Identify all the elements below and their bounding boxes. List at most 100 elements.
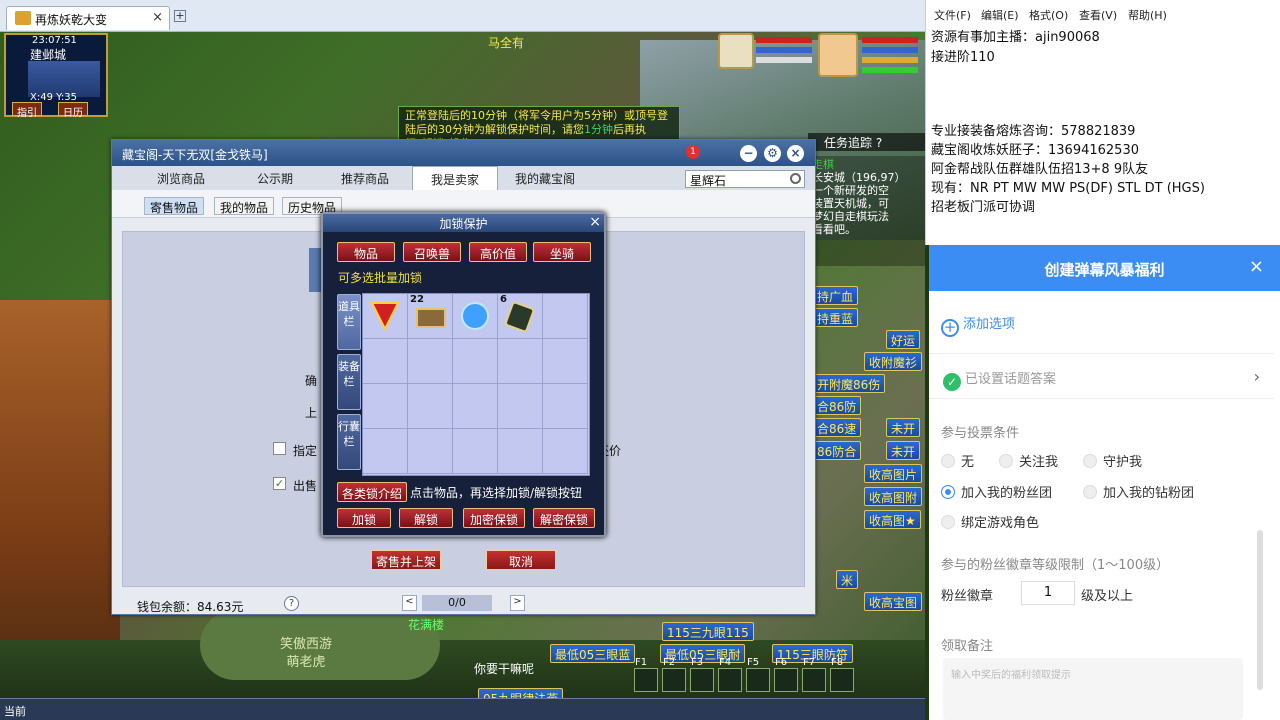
stall-sign[interactable]: 收附魔衫: [864, 352, 923, 371]
tab-my-shop[interactable]: 我的藏宝阁: [502, 166, 588, 190]
inventory-slot[interactable]: [408, 429, 453, 474]
inventory-slot[interactable]: [498, 429, 543, 474]
specify-checkbox[interactable]: [273, 442, 286, 455]
next-page-button[interactable]: >: [510, 595, 525, 611]
inventory-slot[interactable]: 22: [408, 294, 453, 339]
inventory-slot[interactable]: [543, 294, 588, 339]
inventory-slot[interactable]: [498, 339, 543, 384]
subtab-consign[interactable]: 寄售物品: [144, 197, 205, 215]
stall-sign[interactable]: 收高图片: [864, 464, 923, 483]
hotkey-slot[interactable]: F6: [774, 657, 798, 692]
menu-file[interactable]: 文件(F): [934, 7, 971, 23]
inventory-slot[interactable]: [543, 429, 588, 474]
stall-sign[interactable]: 收高图★: [864, 510, 921, 529]
stall-sign[interactable]: 86防合: [812, 441, 862, 460]
inventory-slot[interactable]: [363, 384, 408, 429]
category-pets[interactable]: 召唤兽: [403, 242, 461, 262]
inventory-slot[interactable]: [453, 384, 498, 429]
stall-sign[interactable]: 115三九眼115: [662, 622, 754, 641]
player-avatar[interactable]: [818, 33, 858, 77]
subtab-my-items[interactable]: 我的物品: [214, 197, 275, 215]
hotkey-slot[interactable]: F7: [802, 657, 826, 692]
inventory-slot[interactable]: [408, 339, 453, 384]
close-icon[interactable]: ×: [1249, 256, 1264, 277]
inventory-slot[interactable]: [363, 294, 408, 339]
tab-browse[interactable]: 浏览商品: [138, 166, 224, 190]
cond-guard[interactable]: 守护我: [1083, 451, 1142, 470]
badge-level-input[interactable]: 1: [1021, 581, 1075, 605]
hotkey-slot[interactable]: F4: [718, 657, 742, 692]
inventory-slot[interactable]: 6: [498, 294, 543, 339]
help-icon[interactable]: ?: [284, 596, 299, 611]
add-option-button[interactable]: + 添加选项: [941, 313, 1015, 337]
lock-button[interactable]: 加锁: [337, 508, 391, 528]
search-icon[interactable]: [790, 173, 801, 184]
sale-checkbox[interactable]: ✓: [273, 477, 286, 490]
game-viewport[interactable]: 再炼妖乾大变 × + 23:07:51 建邺城 X:49 Y:35 指引 日历 …: [0, 0, 925, 720]
inventory-slot[interactable]: [453, 429, 498, 474]
guide-button[interactable]: 指引: [12, 102, 42, 119]
settings-icon[interactable]: ⚙: [764, 145, 781, 162]
hotkey-slot[interactable]: F3: [690, 657, 714, 692]
inventory-slot[interactable]: [543, 339, 588, 384]
hotkey-slot[interactable]: F2: [662, 657, 686, 692]
scroll-handle[interactable]: [309, 248, 321, 292]
stall-sign[interactable]: 合86速: [812, 418, 862, 437]
tab-recommend[interactable]: 推荐商品: [322, 166, 408, 190]
hotkey-slot[interactable]: F1: [634, 657, 658, 692]
topic-answer-row[interactable]: ✓ 已设置话题答案 ›: [929, 353, 1274, 399]
stall-sign[interactable]: 合86防: [812, 396, 862, 415]
category-items[interactable]: 物品: [337, 242, 395, 262]
inventory-slot[interactable]: [363, 339, 408, 384]
cond-none[interactable]: 无: [941, 451, 974, 470]
tab-bag[interactable]: 行囊栏: [337, 414, 361, 470]
inventory-slot[interactable]: [543, 384, 588, 429]
hotkey-slot[interactable]: F5: [746, 657, 770, 692]
tab-seller[interactable]: 我是卖家: [412, 166, 498, 190]
search-input[interactable]: 星辉石: [685, 170, 805, 188]
prev-page-button[interactable]: <: [402, 595, 417, 611]
stall-sign[interactable]: 开附魔86伤: [812, 374, 886, 393]
close-icon[interactable]: ×: [152, 10, 163, 25]
cond-follow[interactable]: 关注我: [999, 451, 1058, 470]
channel-selector[interactable]: 当前: [4, 703, 26, 719]
menu-edit[interactable]: 编辑(E): [981, 7, 1019, 23]
cond-fan-club[interactable]: 加入我的粉丝团: [941, 482, 1052, 501]
quest-tracker[interactable]: 任务追踪 ?: [808, 133, 925, 151]
calendar-button[interactable]: 日历: [58, 102, 88, 119]
category-valuable[interactable]: 高价值: [469, 242, 527, 262]
cond-bind-role[interactable]: 绑定游戏角色: [941, 512, 1039, 531]
stall-sign[interactable]: 收高宝图: [864, 592, 923, 611]
stall-sign[interactable]: 未开: [886, 441, 921, 460]
tab-public[interactable]: 公示期: [232, 166, 318, 190]
new-tab-button[interactable]: +: [174, 10, 186, 22]
chat-input-bar[interactable]: 当前: [0, 698, 925, 720]
menu-format[interactable]: 格式(O): [1029, 7, 1068, 23]
minimize-icon[interactable]: −: [740, 145, 757, 162]
inventory-slot[interactable]: [408, 384, 453, 429]
npc-name[interactable]: 马全有: [488, 34, 524, 51]
player-name[interactable]: 花满楼: [408, 616, 444, 633]
inventory-slot[interactable]: [453, 294, 498, 339]
stall-sign[interactable]: 持广血: [812, 286, 859, 305]
inventory-slot[interactable]: [363, 429, 408, 474]
decrypt-lock-button[interactable]: 解密保锁: [533, 508, 595, 528]
stall-sign[interactable]: 收高图附: [864, 487, 923, 506]
pet-avatar[interactable]: [718, 33, 754, 69]
tab-props[interactable]: 道具栏: [337, 294, 361, 350]
inventory-slot[interactable]: [453, 339, 498, 384]
stall-sign[interactable]: 米: [836, 570, 859, 589]
close-icon[interactable]: ×: [589, 214, 601, 230]
menu-help[interactable]: 帮助(H): [1128, 7, 1167, 23]
category-mounts[interactable]: 坐骑: [533, 242, 591, 262]
stall-sign[interactable]: 持重蓝: [812, 308, 859, 327]
close-icon[interactable]: ×: [787, 145, 804, 162]
panel-scrollbar[interactable]: [1257, 530, 1263, 690]
cancel-button[interactable]: 取消: [486, 550, 556, 570]
tab-equip[interactable]: 装备栏: [337, 354, 361, 410]
note-textarea[interactable]: 输入中奖后的福利领取提示: [943, 658, 1243, 720]
inventory-slot[interactable]: [498, 384, 543, 429]
menu-view[interactable]: 查看(V): [1079, 7, 1117, 23]
lock-intro-button[interactable]: 各类锁介绍: [337, 482, 407, 502]
stall-sign[interactable]: 未开: [886, 418, 921, 437]
